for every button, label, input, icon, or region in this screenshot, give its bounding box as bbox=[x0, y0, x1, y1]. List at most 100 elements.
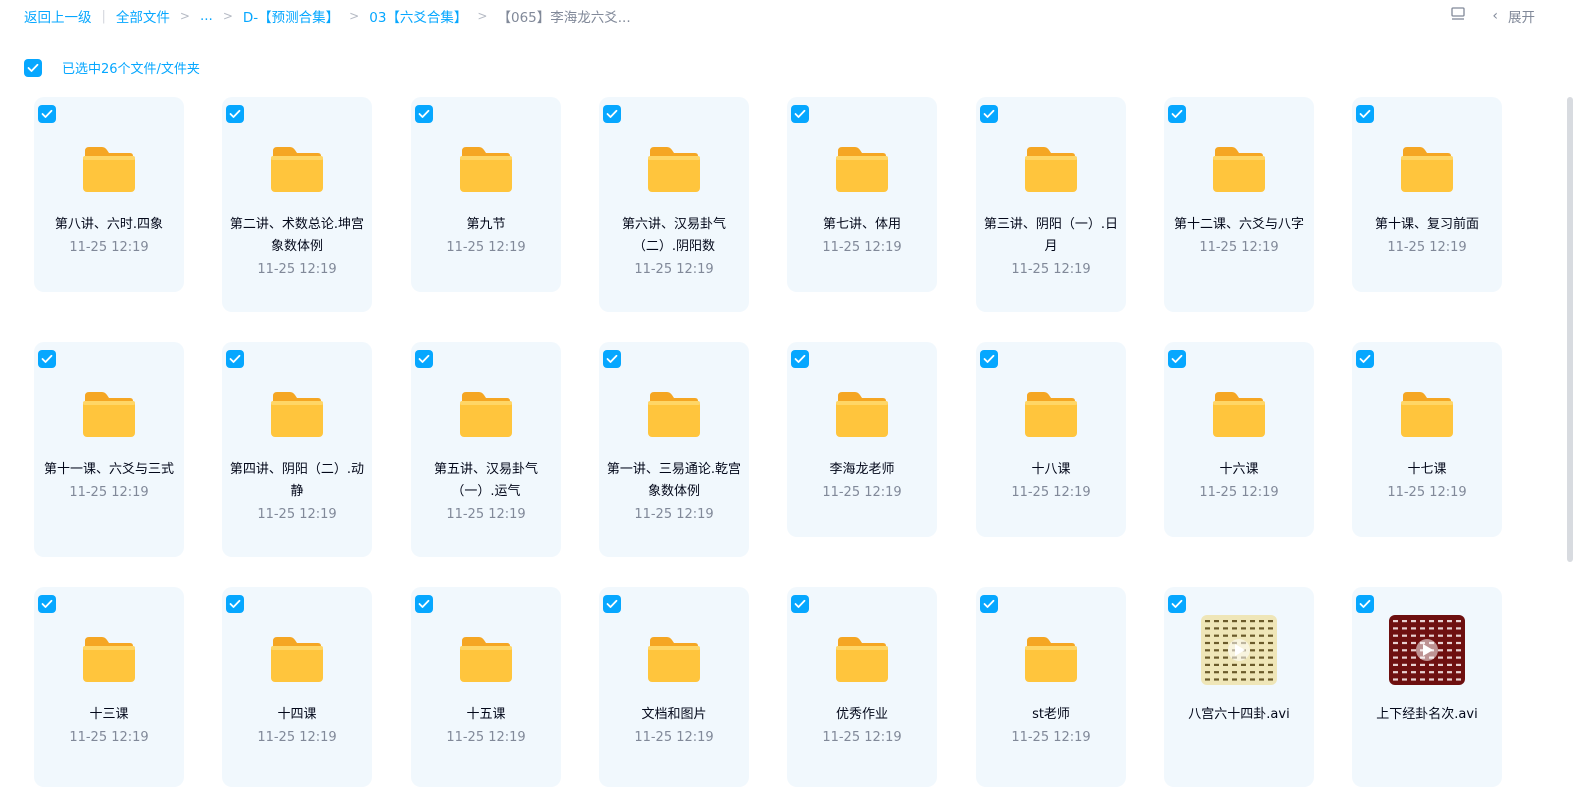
folder-icon bbox=[835, 145, 889, 193]
item-date: 11-25 12:19 bbox=[257, 507, 337, 522]
item-date: 11-25 12:19 bbox=[1011, 730, 1091, 745]
layout-toggle-icon[interactable] bbox=[1450, 6, 1466, 26]
folder-card[interactable]: 第七讲、体用 11-25 12:19 bbox=[787, 97, 937, 292]
folder-icon bbox=[1400, 390, 1454, 438]
folder-card[interactable]: 第五讲、汉易卦气（一）.运气 11-25 12:19 bbox=[411, 342, 561, 557]
folder-card[interactable]: 第十一课、六爻与三式 11-25 12:19 bbox=[34, 342, 184, 557]
folder-card[interactable]: 第十课、复习前面 11-25 12:19 bbox=[1352, 97, 1502, 292]
folder-icon bbox=[459, 635, 513, 683]
folder-card[interactable]: 第十二课、六爻与八字 11-25 12:19 bbox=[1164, 97, 1314, 312]
item-date: 11-25 12:19 bbox=[1199, 240, 1279, 255]
item-info: 十三课 11-25 12:19 bbox=[40, 704, 178, 750]
item-checkbox[interactable] bbox=[1168, 350, 1186, 368]
select-all-checkbox[interactable] bbox=[24, 58, 42, 77]
item-info: 优秀作业 11-25 12:19 bbox=[793, 704, 931, 750]
video-file-card[interactable]: 八宫六十四卦.avi bbox=[1164, 587, 1314, 787]
expand-button[interactable]: 展开 bbox=[1508, 6, 1535, 26]
item-info: 第十一课、六爻与三式 11-25 12:19 bbox=[40, 459, 178, 505]
item-date: 11-25 12:19 bbox=[822, 485, 902, 500]
item-checkbox[interactable] bbox=[980, 350, 998, 368]
folder-card[interactable]: 十四课 11-25 12:19 bbox=[222, 587, 372, 787]
folder-card[interactable]: 第八讲、六时.四象 11-25 12:19 bbox=[34, 97, 184, 292]
item-checkbox[interactable] bbox=[1356, 105, 1374, 123]
item-checkbox[interactable] bbox=[226, 350, 244, 368]
item-name: 文档和图片 bbox=[641, 707, 707, 722]
folder-card[interactable]: 十七课 11-25 12:19 bbox=[1352, 342, 1502, 537]
folder-card[interactable]: 优秀作业 11-25 12:19 bbox=[787, 587, 937, 787]
folder-card[interactable]: 十六课 11-25 12:19 bbox=[1164, 342, 1314, 537]
folder-card[interactable]: 第六讲、汉易卦气（二）.阴阳数 11-25 12:19 bbox=[599, 97, 749, 312]
folder-icon bbox=[1212, 390, 1266, 438]
breadcrumb-current: 【065】李海龙六爻... bbox=[497, 10, 631, 26]
item-name: 八宫六十四卦.avi bbox=[1188, 707, 1290, 722]
item-checkbox[interactable] bbox=[226, 595, 244, 613]
item-checkbox[interactable] bbox=[226, 105, 244, 123]
breadcrumb-level1[interactable]: D-【预测合集】 bbox=[243, 6, 339, 26]
folder-card[interactable]: 李海龙老师 11-25 12:19 bbox=[787, 342, 937, 537]
item-date: 11-25 12:19 bbox=[822, 730, 902, 745]
item-info: 八宫六十四卦.avi bbox=[1170, 704, 1308, 726]
item-date: 11-25 12:19 bbox=[1387, 240, 1467, 255]
breadcrumb-separator-icon: > bbox=[179, 9, 190, 23]
folder-card[interactable]: 第二讲、术数总论.坤宫象数体例 11-25 12:19 bbox=[222, 97, 372, 312]
item-info: 第八讲、六时.四象 11-25 12:19 bbox=[40, 214, 178, 260]
scrollbar[interactable] bbox=[1567, 97, 1573, 562]
item-name: 李海龙老师 bbox=[829, 462, 895, 477]
item-checkbox[interactable] bbox=[415, 105, 433, 123]
folder-card[interactable]: 十五课 11-25 12:19 bbox=[411, 587, 561, 787]
video-thumbnail bbox=[1201, 615, 1277, 685]
folder-card[interactable]: 十八课 11-25 12:19 bbox=[976, 342, 1126, 537]
breadcrumb: 返回上一级 | 全部文件 > ... > D-【预测合集】 > 03【六爻合集】… bbox=[24, 6, 631, 26]
folder-icon bbox=[270, 145, 324, 193]
folder-icon bbox=[270, 635, 324, 683]
item-date: 11-25 12:19 bbox=[257, 262, 337, 277]
folder-card[interactable]: 第四讲、阴阳（二）.动静 11-25 12:19 bbox=[222, 342, 372, 557]
item-name: 第八讲、六时.四象 bbox=[54, 217, 164, 232]
item-name: 十五课 bbox=[466, 707, 506, 722]
item-checkbox[interactable] bbox=[980, 105, 998, 123]
item-checkbox[interactable] bbox=[603, 350, 621, 368]
item-name: 第六讲、汉易卦气（二）.阴阳数 bbox=[621, 217, 726, 254]
item-checkbox[interactable] bbox=[1168, 105, 1186, 123]
item-checkbox[interactable] bbox=[415, 595, 433, 613]
item-info: 第三讲、阴阳（一）.日月 11-25 12:19 bbox=[982, 214, 1120, 282]
folder-card[interactable]: 文档和图片 11-25 12:19 bbox=[599, 587, 749, 787]
item-name: 十七课 bbox=[1407, 462, 1447, 477]
top-bar: 返回上一级 | 全部文件 > ... > D-【预测合集】 > 03【六爻合集】… bbox=[0, 0, 1583, 34]
item-checkbox[interactable] bbox=[980, 595, 998, 613]
folder-card[interactable]: st老师 11-25 12:19 bbox=[976, 587, 1126, 787]
video-file-card[interactable]: 上下经卦名次.avi bbox=[1352, 587, 1502, 787]
item-checkbox[interactable] bbox=[38, 105, 56, 123]
item-checkbox[interactable] bbox=[603, 105, 621, 123]
folder-icon bbox=[1400, 145, 1454, 193]
item-checkbox[interactable] bbox=[791, 595, 809, 613]
breadcrumb-all-files[interactable]: 全部文件 bbox=[116, 6, 170, 26]
breadcrumb-ellipsis[interactable]: ... bbox=[200, 8, 213, 24]
folder-card[interactable]: 十三课 11-25 12:19 bbox=[34, 587, 184, 787]
item-info: 第十二课、六爻与八字 11-25 12:19 bbox=[1170, 214, 1308, 260]
breadcrumb-level2[interactable]: 03【六爻合集】 bbox=[369, 6, 467, 26]
folder-card[interactable]: 第九节 11-25 12:19 bbox=[411, 97, 561, 292]
item-checkbox[interactable] bbox=[38, 595, 56, 613]
item-checkbox[interactable] bbox=[38, 350, 56, 368]
folder-icon bbox=[647, 635, 701, 683]
item-name: 十四课 bbox=[277, 707, 317, 722]
item-checkbox[interactable] bbox=[791, 350, 809, 368]
item-checkbox[interactable] bbox=[603, 595, 621, 613]
item-checkbox[interactable] bbox=[1168, 595, 1186, 613]
item-date: 11-25 12:19 bbox=[257, 730, 337, 745]
item-name: 第十二课、六爻与八字 bbox=[1173, 217, 1304, 232]
back-link[interactable]: 返回上一级 bbox=[24, 6, 92, 26]
folder-card[interactable]: 第一讲、三易通论.乾宫象数体例 11-25 12:19 bbox=[599, 342, 749, 557]
item-name: 第一讲、三易通论.乾宫象数体例 bbox=[606, 462, 742, 499]
item-checkbox[interactable] bbox=[791, 105, 809, 123]
item-checkbox[interactable] bbox=[415, 350, 433, 368]
folder-card[interactable]: 第三讲、阴阳（一）.日月 11-25 12:19 bbox=[976, 97, 1126, 312]
chevron-left-icon[interactable]: ‹ bbox=[1492, 8, 1498, 24]
item-checkbox[interactable] bbox=[1356, 595, 1374, 613]
item-name: st老师 bbox=[1032, 707, 1070, 722]
item-info: 李海龙老师 11-25 12:19 bbox=[793, 459, 931, 505]
folder-icon bbox=[1212, 145, 1266, 193]
item-checkbox[interactable] bbox=[1356, 350, 1374, 368]
item-info: 第二讲、术数总论.坤宫象数体例 11-25 12:19 bbox=[228, 214, 366, 282]
